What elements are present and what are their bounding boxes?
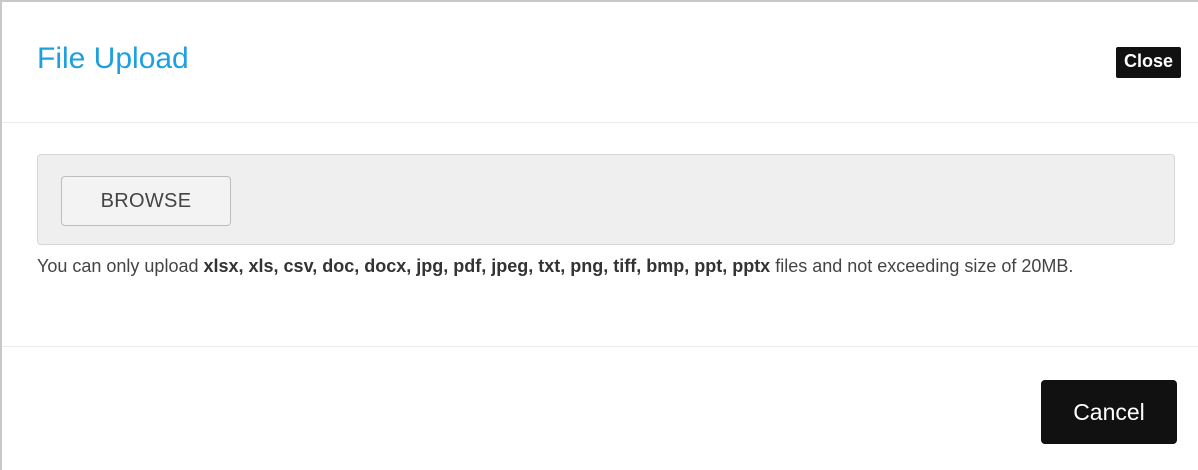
file-upload-dialog: File Upload Close BROWSE You can only up…: [0, 0, 1198, 470]
dialog-footer: Cancel: [2, 347, 1198, 470]
browse-button[interactable]: BROWSE: [61, 176, 231, 226]
help-suffix: files and not exceeding size of 20MB.: [770, 256, 1074, 276]
dialog-header: File Upload Close: [2, 2, 1198, 123]
cancel-button[interactable]: Cancel: [1041, 380, 1177, 444]
dialog-body: BROWSE You can only upload xlsx, xls, cs…: [2, 123, 1198, 347]
close-button[interactable]: Close: [1115, 47, 1181, 78]
upload-help-text: You can only upload xlsx, xls, csv, doc,…: [37, 251, 1177, 281]
dialog-title: File Upload: [37, 42, 189, 75]
file-input-box[interactable]: BROWSE: [37, 154, 1175, 245]
allowed-file-types: xlsx, xls, csv, doc, docx, jpg, pdf, jpe…: [203, 256, 771, 276]
help-prefix: You can only upload: [37, 256, 204, 276]
